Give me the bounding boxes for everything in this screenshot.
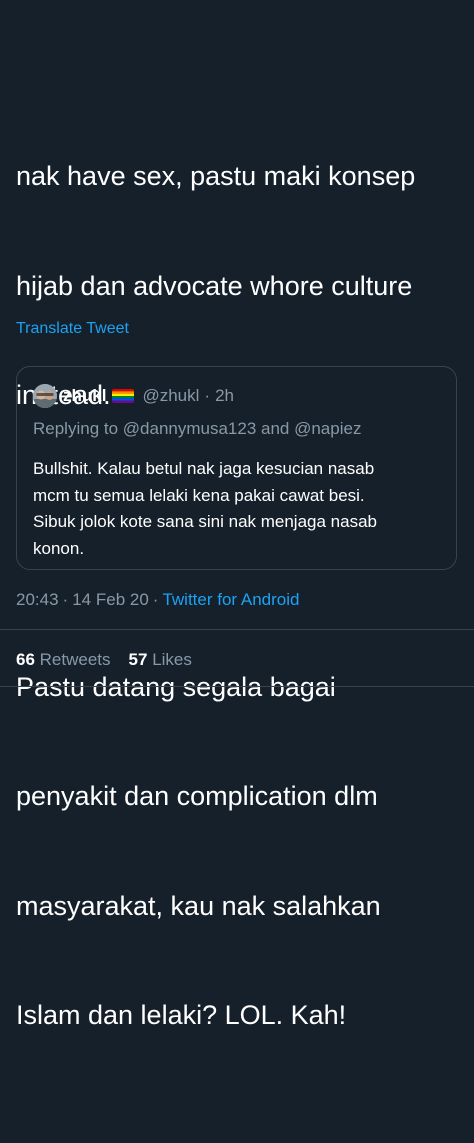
tweet-source-link[interactable]: Twitter for Android (162, 590, 299, 609)
tweet-metadata: 20:43 · 14 Feb 20 · Twitter for Android (16, 590, 299, 610)
rainbow-flag-icon (112, 389, 135, 403)
quoted-tweet-header: zhukl @zhukl · 2h (33, 384, 234, 408)
retweets-label: Retweets (39, 650, 111, 669)
retweets-count: 66 (16, 650, 35, 669)
tweet-time[interactable]: 20:43 (16, 590, 59, 609)
tweet-text: nak have sex, pastu maki konsep hijab da… (16, 12, 466, 1143)
quoted-tweet-line: mcm tu semua lelaki kena pakai cawat bes… (33, 485, 365, 505)
likes-stat[interactable]: 57 Likes (129, 650, 192, 669)
tweet-line: masyarakat, kau nak salahkan (16, 890, 381, 921)
separator-dot: · (152, 590, 159, 609)
likes-label: Likes (152, 650, 192, 669)
tweet-line: nak have sex, pastu maki konsep (16, 161, 416, 191)
tweet-line: penyakit dan complication dlm (16, 781, 378, 811)
quoted-user-name[interactable]: zhukl (63, 386, 106, 406)
likes-count: 57 (128, 650, 148, 669)
separator-dot: · (62, 590, 69, 609)
tweet-stats: 66 Retweets 57 Likes (16, 650, 210, 670)
tweet-date[interactable]: 14 Feb 20 (72, 590, 149, 609)
quoted-tweet-text: Bullshit. Kalau betul nak jaga kesucian … (33, 456, 445, 562)
quoted-tweet-time: 2h (215, 386, 234, 405)
divider (0, 629, 474, 630)
tweet-line: hijab dan advocate whore culture (16, 270, 413, 301)
avatar-image (33, 384, 57, 408)
quoted-tweet-line: konon. (33, 538, 85, 558)
quoted-tweet-card[interactable]: zhukl @zhukl · 2h Replying to @dannymusa… (16, 366, 457, 570)
replying-to-text: Replying to @dannymusa123 and @napiez (33, 419, 362, 438)
translate-tweet-link[interactable]: Translate Tweet (16, 320, 129, 338)
quoted-tweet-line: Bullshit. Kalau betul nak jaga kesucian … (33, 459, 375, 478)
divider (0, 686, 474, 687)
tweet-paragraph-2: Pastu datang segala bagai penyakit dan c… (16, 596, 466, 1107)
tweet-line: Islam dan lelaki? LOL. Kah! (16, 1000, 347, 1030)
avatar[interactable] (33, 384, 57, 408)
quoted-tweet-line: Sibuk jolok kote sana sini nak menjaga n… (33, 512, 377, 531)
quoted-user-handle[interactable]: @zhukl (142, 386, 199, 406)
retweets-stat[interactable]: 66 Retweets (16, 650, 111, 669)
separator-dot: · (204, 386, 211, 405)
